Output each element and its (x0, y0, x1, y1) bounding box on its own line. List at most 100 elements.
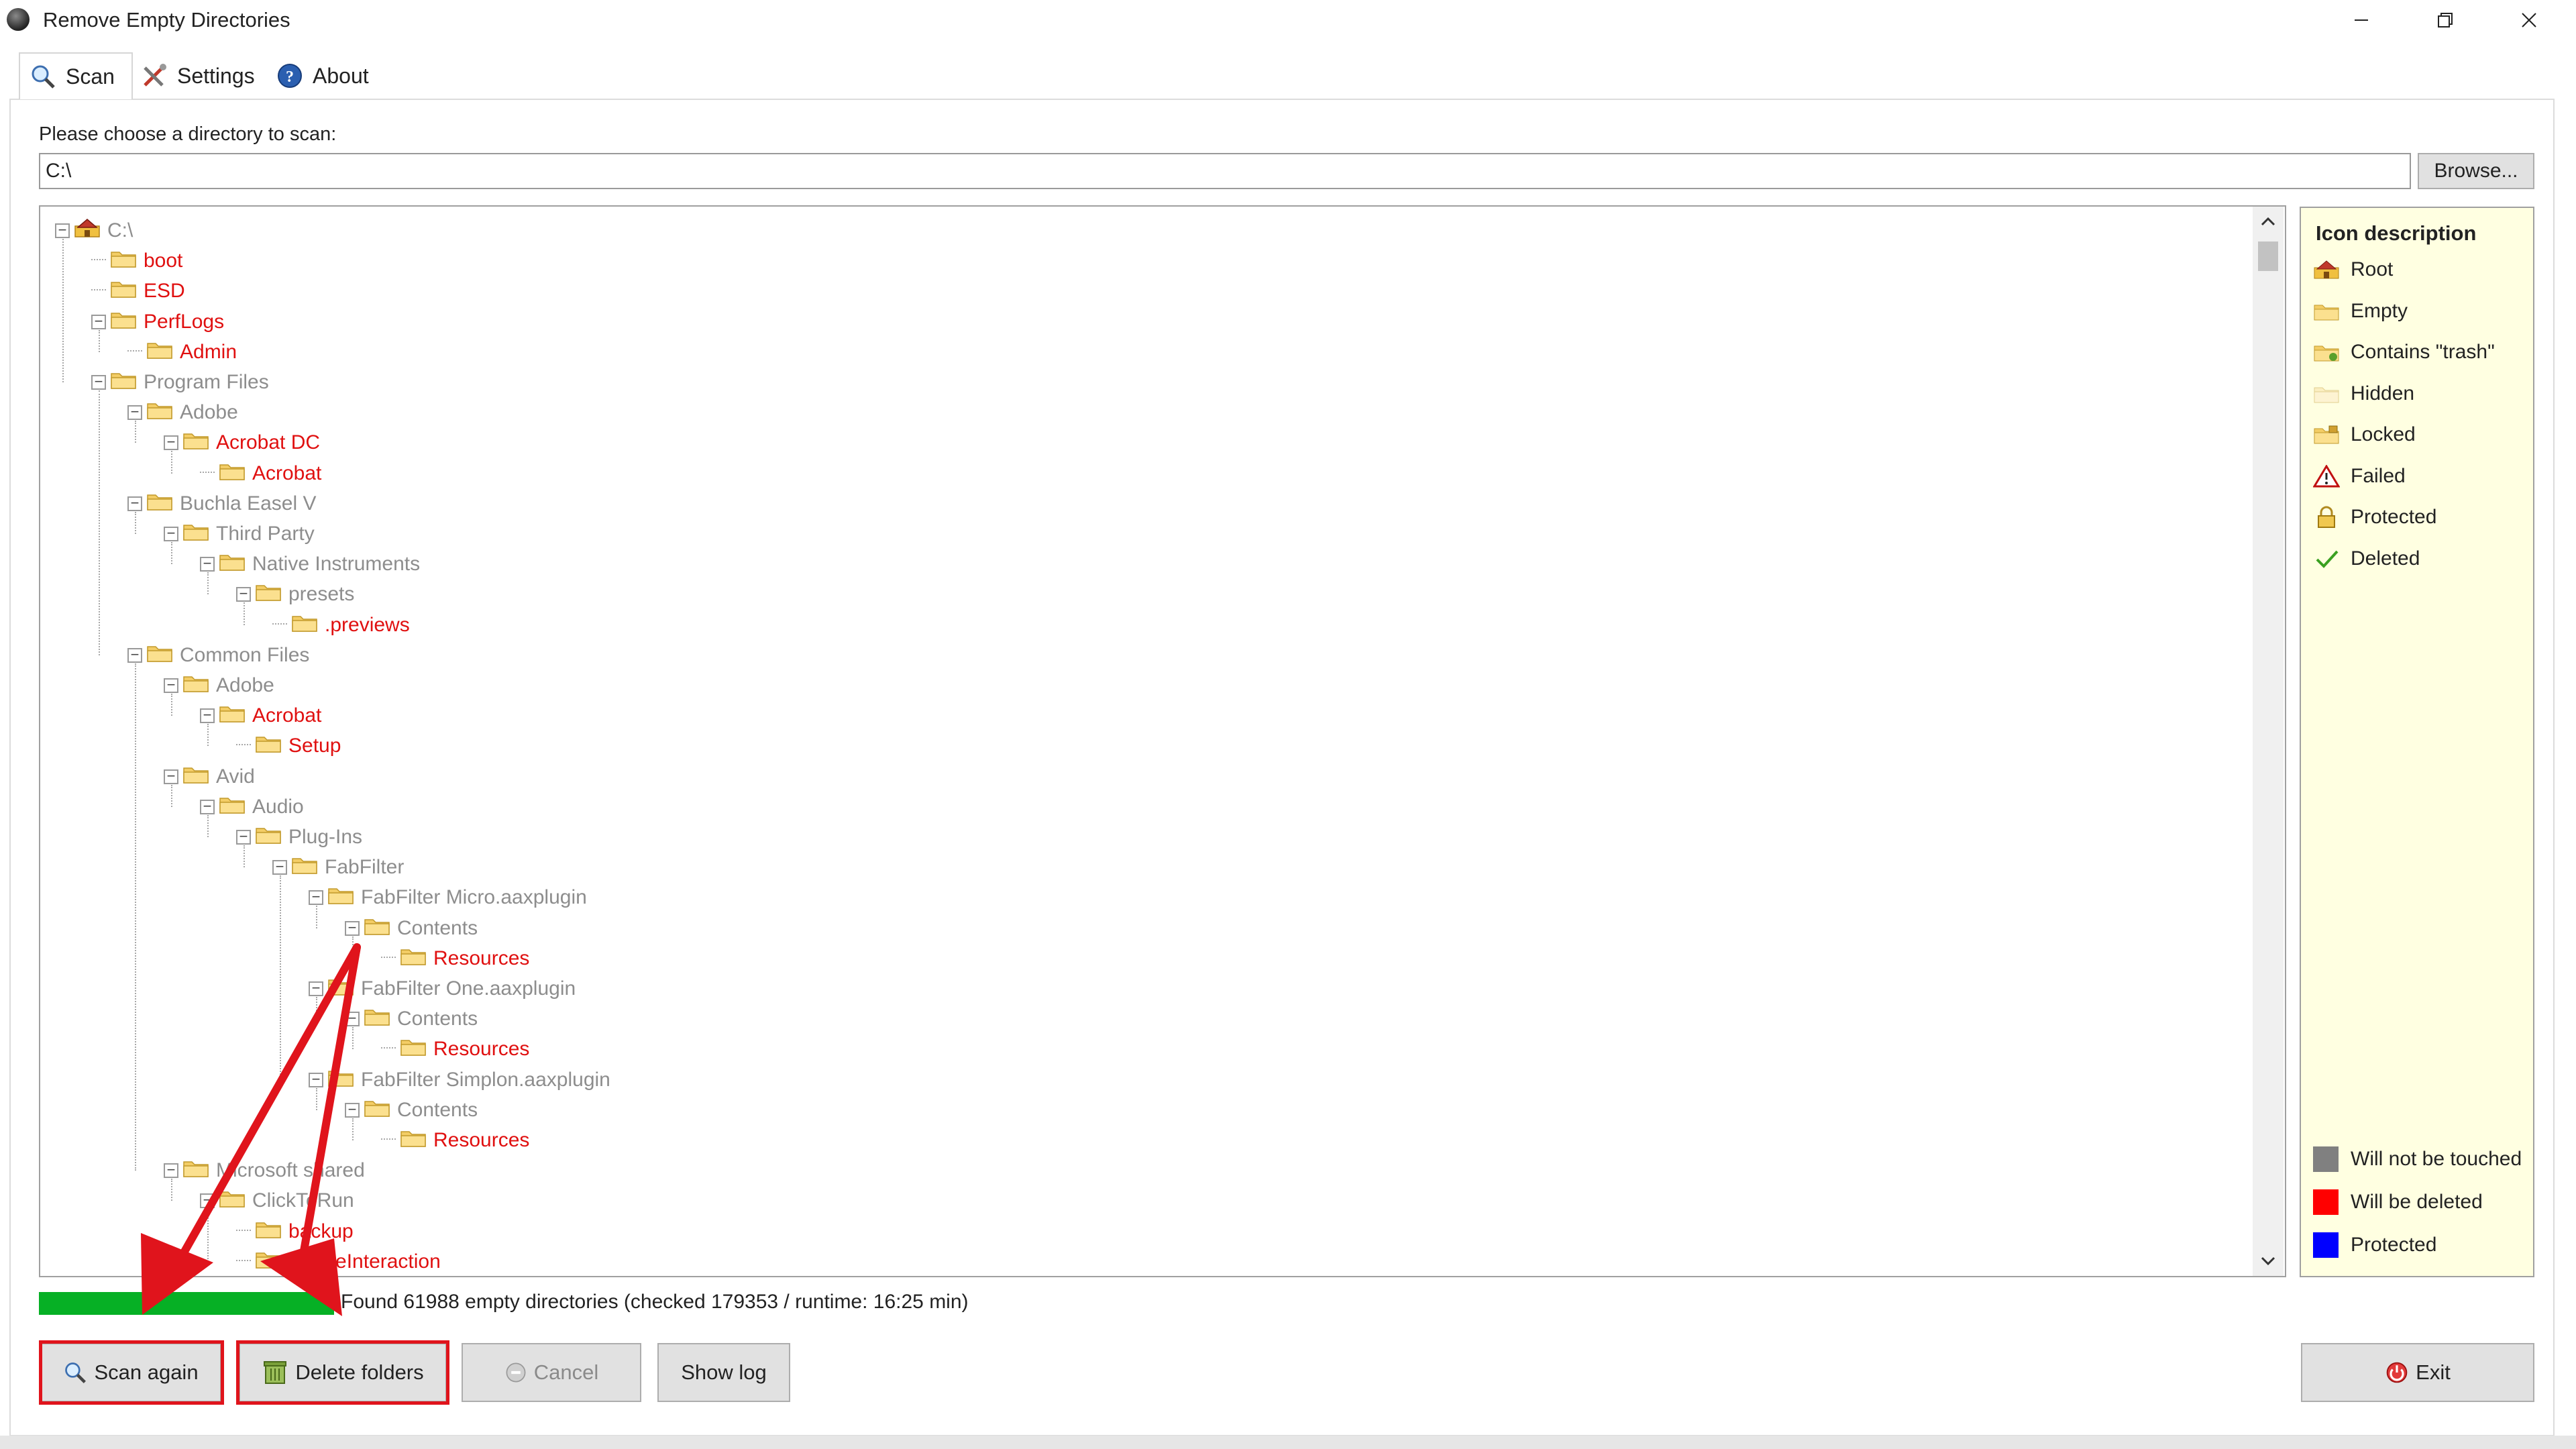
folder-icon (182, 673, 216, 698)
tree-node[interactable]: .previews (272, 610, 410, 640)
exit-button[interactable]: Exit (2301, 1343, 2534, 1402)
tree-node[interactable]: ESD (91, 276, 185, 306)
collapse-toggle-icon[interactable]: − (345, 1102, 360, 1118)
collapse-toggle-icon[interactable]: − (309, 981, 323, 996)
exit-label: Exit (2416, 1360, 2451, 1384)
tree-node[interactable]: − Acrobat DC (164, 428, 320, 458)
tree-node-label: Resources (433, 1129, 530, 1151)
tree-node[interactable]: Acrobat (200, 459, 321, 488)
tree-node[interactable]: − Audio (200, 792, 304, 822)
folder-icon (219, 703, 252, 729)
tree-root-node[interactable]: − C:\ (55, 216, 133, 246)
folder-icon (182, 430, 216, 455)
tree-node[interactable]: Setup (236, 731, 341, 761)
tree-node[interactable]: − presets (236, 580, 354, 609)
tree-node[interactable]: − FabFilter Micro.aaxplugin (309, 883, 587, 912)
legend-item-label: Root (2351, 258, 2394, 280)
folder-icon (400, 946, 433, 971)
collapse-toggle-icon[interactable]: − (164, 678, 178, 693)
tree-node[interactable]: Resources (381, 1034, 529, 1064)
collapse-toggle-icon[interactable]: − (309, 1071, 323, 1087)
tree-node[interactable]: − Avid (164, 762, 255, 792)
locked-folder-icon (2313, 423, 2340, 446)
tab-settings-label: Settings (177, 63, 255, 88)
tab-about-label: About (313, 63, 369, 88)
tree-node-label: ESD (144, 280, 185, 303)
collapse-toggle-icon[interactable]: − (164, 526, 178, 541)
tree-node[interactable]: − Contents (345, 914, 478, 943)
cancel-button[interactable]: Cancel (462, 1343, 641, 1402)
collapse-toggle-icon[interactable]: − (127, 405, 142, 421)
scroll-up-icon[interactable] (2253, 207, 2284, 236)
collapse-toggle-icon[interactable]: − (164, 768, 178, 784)
tab-settings[interactable]: Settings (136, 54, 263, 98)
folder-icon (219, 551, 252, 577)
tree-node[interactable]: − Adobe (127, 398, 238, 427)
tree-node[interactable]: boot (91, 246, 182, 276)
folder-icon (182, 1158, 216, 1183)
tree-node-label: ClickToRun (252, 1189, 354, 1212)
tree-node-label: FabFilter Micro.aaxplugin (361, 886, 587, 909)
tree-node[interactable]: − FabFilter (272, 853, 404, 882)
tree-node[interactable]: − Microsoft shared (164, 1156, 365, 1185)
collapse-toggle-icon[interactable]: − (200, 556, 215, 572)
collapse-toggle-icon[interactable]: − (200, 798, 215, 814)
tree-node[interactable]: Resources (381, 944, 529, 973)
collapse-toggle-icon[interactable]: − (200, 1193, 215, 1209)
collapse-toggle-icon[interactable]: − (127, 647, 142, 663)
tree-node[interactable]: backup (236, 1217, 354, 1246)
tree-node[interactable]: − PerfLogs (91, 307, 224, 337)
tab-scan-label: Scan (66, 64, 115, 89)
tree-scrollbar[interactable] (2253, 207, 2284, 1276)
tree-node[interactable]: − Plug-Ins (236, 822, 362, 852)
collapse-toggle-icon[interactable]: − (91, 374, 106, 390)
tab-scan[interactable]: Scan (19, 52, 133, 99)
scroll-thumb[interactable] (2258, 241, 2278, 271)
tab-about[interactable]: ? About (271, 54, 384, 98)
restore-icon[interactable] (2405, 0, 2485, 40)
tree-node-label: Contents (397, 916, 478, 939)
collapse-toggle-icon[interactable]: − (345, 920, 360, 936)
collapse-toggle-icon[interactable]: − (345, 1011, 360, 1027)
directory-input[interactable] (39, 153, 2411, 189)
tree-node[interactable]: − Native Instruments (200, 549, 420, 579)
collapse-toggle-icon[interactable]: − (91, 313, 106, 329)
tree-node[interactable]: − Common Files (127, 641, 309, 670)
scroll-down-icon[interactable] (2253, 1246, 2284, 1276)
tree-node-label: PerfLogs (144, 310, 225, 333)
tree-node[interactable]: − Adobe (164, 671, 274, 700)
collapse-toggle-icon[interactable]: − (236, 829, 251, 845)
tree-node-label: Adobe (180, 401, 238, 424)
tree-node[interactable]: − ClickToRun (200, 1186, 354, 1216)
tree-node[interactable]: OnlineInteraction (236, 1247, 441, 1276)
tree-node[interactable]: − Contents (345, 1004, 478, 1034)
tree-node[interactable]: − Contents (345, 1095, 478, 1125)
tree-node[interactable]: − Program Files (91, 368, 269, 397)
collapse-toggle-icon[interactable]: − (127, 495, 142, 511)
directory-tree[interactable]: − C:\ boot ESD − PerfLogs Admin − Program Files −… (39, 205, 2286, 1277)
collapse-toggle-icon[interactable]: − (200, 708, 215, 724)
browse-button[interactable]: Browse... (2418, 153, 2534, 189)
bottom-edge (0, 1436, 2576, 1449)
close-icon[interactable] (2489, 0, 2569, 40)
folder-icon (255, 733, 288, 759)
collapse-toggle-icon[interactable]: − (164, 435, 178, 451)
show-log-button[interactable]: Show log (657, 1343, 790, 1402)
tree-node[interactable]: Admin (127, 337, 237, 367)
folder-icon (110, 309, 144, 335)
tree-node[interactable]: − Buchla Easel V (127, 489, 316, 519)
tree-node-label: Acrobat DC (216, 431, 321, 454)
collapse-toggle-icon[interactable]: − (309, 890, 323, 906)
collapse-toggle-icon[interactable]: − (272, 859, 287, 875)
tree-node[interactable]: Resources (381, 1126, 529, 1155)
tree-node[interactable]: − Acrobat (200, 701, 321, 731)
tree-node[interactable]: − Third Party (164, 519, 315, 549)
tree-node[interactable]: − FabFilter Simplon.aaxplugin (309, 1065, 610, 1095)
collapse-toggle-icon[interactable]: − (236, 586, 251, 602)
folder-icon (364, 1006, 397, 1032)
collapse-toggle-icon[interactable]: − (55, 223, 70, 238)
minimize-icon[interactable] (2321, 0, 2402, 40)
title-bar: Remove Empty Directories (0, 0, 2576, 43)
tree-node[interactable]: − FabFilter One.aaxplugin (309, 974, 576, 1004)
collapse-toggle-icon[interactable]: − (164, 1163, 178, 1179)
